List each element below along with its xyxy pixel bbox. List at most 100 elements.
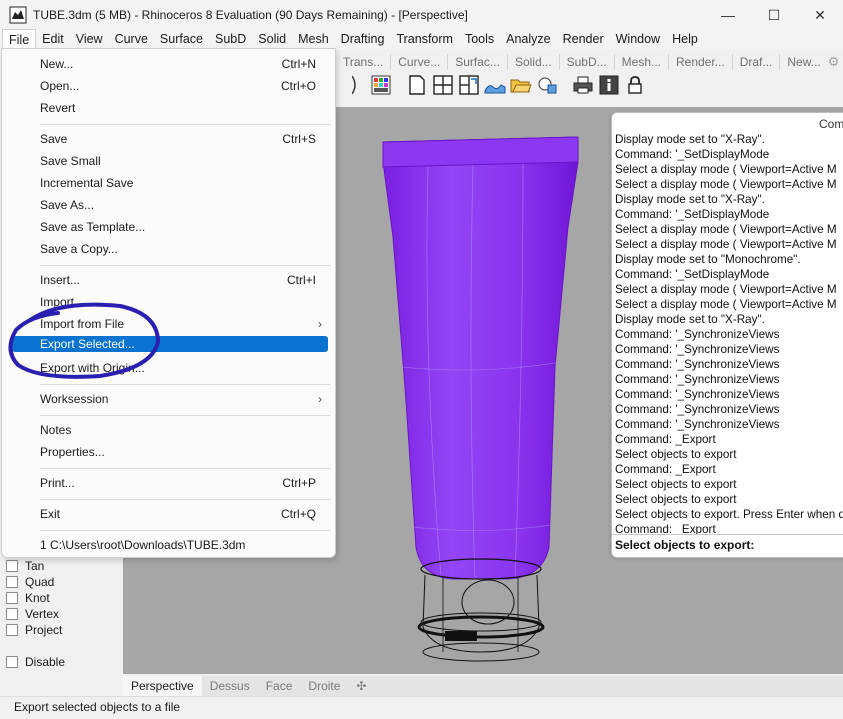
menu-item-label: Revert [40,101,76,115]
osnap-disable[interactable]: Disable [6,655,65,669]
file-menu-save-a-copy[interactable]: Save a Copy... [12,239,328,259]
menu-analyze[interactable]: Analyze [500,29,556,49]
menu-file[interactable]: File [2,29,37,49]
command-history-line: Select objects to export [615,448,737,461]
toolbar-tab-subd[interactable]: SubD... [558,54,614,70]
file-menu-print[interactable]: Print... Ctrl+P [12,473,328,493]
osnap-quad[interactable]: Quad [6,575,54,589]
icon-toolbar [336,72,843,98]
command-history-line: Command: '_SetDisplayMode [615,268,770,281]
command-history-line: Command: '_SetDisplayMode [615,208,770,221]
file-menu-save-small[interactable]: Save Small [12,151,328,171]
file-menu-open[interactable]: Open... Ctrl+O [12,76,328,96]
menu-item-label: Save a Copy... [40,242,118,256]
command-history[interactable]: Display mode set to "X-Ray". Command: '_… [615,133,843,535]
file-menu-exit[interactable]: Exit Ctrl+Q [12,504,328,524]
file-menu-export-selected[interactable]: Export Selected... [12,336,328,352]
gear-icon[interactable]: ⚙ [828,54,840,70]
new-file-icon[interactable] [406,74,428,96]
menu-item-label: Import... [40,295,85,309]
shaded-sphere-icon[interactable] [344,74,366,96]
toolbar-tab-surface[interactable]: Surfac... [447,54,507,70]
file-menu-insert[interactable]: Insert... Ctrl+I [12,270,328,290]
toolbar-tab-mesh[interactable]: Mesh... [613,54,668,70]
maximize-button[interactable]: ☐ [751,0,797,30]
command-history-line: Command: _Export [615,463,716,476]
close-button[interactable]: ✕ [797,0,843,30]
file-menu-new[interactable]: New... Ctrl+N [12,54,328,74]
color-palette-icon[interactable] [370,74,392,96]
file-menu-export-with-origin[interactable]: Export with Origin... [12,358,328,378]
command-history-line: Select objects to export [615,478,737,491]
file-menu-save-as-template[interactable]: Save as Template... [12,217,328,237]
menu-transform[interactable]: Transform [390,29,459,49]
tab-dessus[interactable]: Dessus [202,676,258,696]
toolbar-tab-render[interactable]: Render... [668,54,732,70]
menu-surface[interactable]: Surface [154,29,209,49]
menu-item-label: Incremental Save [40,176,134,190]
osnap-knot[interactable]: Knot [6,591,50,605]
four-viewports-icon[interactable] [432,74,454,96]
status-bar: Export selected objects to a file [0,696,843,719]
toolbar-tab-transform[interactable]: Trans... [336,54,390,70]
osnap-quad-checkbox[interactable] [6,576,18,588]
file-menu-save[interactable]: Save Ctrl+S [12,129,328,149]
menu-solid[interactable]: Solid [252,29,292,49]
file-menu-worksession[interactable]: Worksession › [12,389,328,409]
tab-perspective[interactable]: Perspective [123,676,202,696]
menu-tools[interactable]: Tools [459,29,500,49]
add-viewport-tab-icon[interactable]: ✣ [348,676,374,696]
menu-item-label: Save as Template... [40,220,146,234]
osnap-tan-checkbox[interactable] [6,560,18,572]
file-menu-recent-file[interactable]: 1 C:\Users\root\Downloads\TUBE.3dm [12,535,328,555]
viewport-tabs: Perspective Dessus Face Droite ✣ [123,676,843,696]
print-icon[interactable] [572,74,594,96]
file-menu-notes[interactable]: Notes [12,420,328,440]
osnap-vertex-checkbox[interactable] [6,608,18,620]
menu-edit[interactable]: Edit [36,29,70,49]
command-history-line: Select a display mode ( Viewport=Active … [615,283,837,296]
osnap-disable-checkbox[interactable] [6,656,18,668]
command-history-line: Command: '_SynchronizeViews [615,343,780,356]
menu-help[interactable]: Help [666,29,704,49]
menu-drafting[interactable]: Drafting [335,29,391,49]
tab-face[interactable]: Face [258,676,301,696]
command-history-line: Command: '_SetDisplayMode [615,148,770,161]
toolbar-tab-drafting[interactable]: Draf... [731,54,780,70]
menu-item-label: Save As... [40,198,95,212]
viewport-layout-icon[interactable] [458,74,480,96]
file-menu-revert[interactable]: Revert [12,98,328,118]
osnap-vertex[interactable]: Vertex [6,607,59,621]
menu-item-shortcut: Ctrl+P [282,476,316,490]
file-menu-incremental-save[interactable]: Incremental Save [12,173,328,193]
file-menu-import-from-file[interactable]: Import from File › [12,314,328,334]
file-menu-save-as[interactable]: Save As... [12,195,328,215]
command-prompt-input[interactable]: Select objects to export: [612,534,843,556]
osnap-project[interactable]: Project [6,623,62,637]
menu-mesh[interactable]: Mesh [292,29,335,49]
menu-render[interactable]: Render [557,29,610,49]
toolbar-tab-curve[interactable]: Curve... [390,54,447,70]
osnap-vertex-label: Vertex [25,607,60,621]
info-icon[interactable] [598,74,620,96]
chevron-right-icon: › [318,392,322,406]
open-folder-icon[interactable] [510,74,532,96]
lock-icon[interactable] [624,74,646,96]
menu-item-shortcut: Ctrl+N [281,57,316,71]
minimize-button[interactable]: — [705,0,751,30]
render-settings-icon[interactable] [536,74,558,96]
toolbar-tab-solid[interactable]: Solid... [506,54,559,70]
osnap-knot-checkbox[interactable] [6,592,18,604]
file-menu-import[interactable]: Import... [12,292,328,312]
osnap-disable-label: Disable [25,655,66,669]
menu-subd[interactable]: SubD [209,29,252,49]
toolbar-tab-new[interactable]: New... [779,54,827,70]
menu-view[interactable]: View [70,29,109,49]
osnap-tan[interactable]: Tan [6,559,44,573]
tab-droite[interactable]: Droite [300,676,348,696]
file-menu-properties[interactable]: Properties... [12,442,328,462]
menu-window[interactable]: Window [610,29,666,49]
osnap-project-checkbox[interactable] [6,624,18,636]
menu-curve[interactable]: Curve [109,29,154,49]
drape-surface-icon[interactable] [484,74,506,96]
